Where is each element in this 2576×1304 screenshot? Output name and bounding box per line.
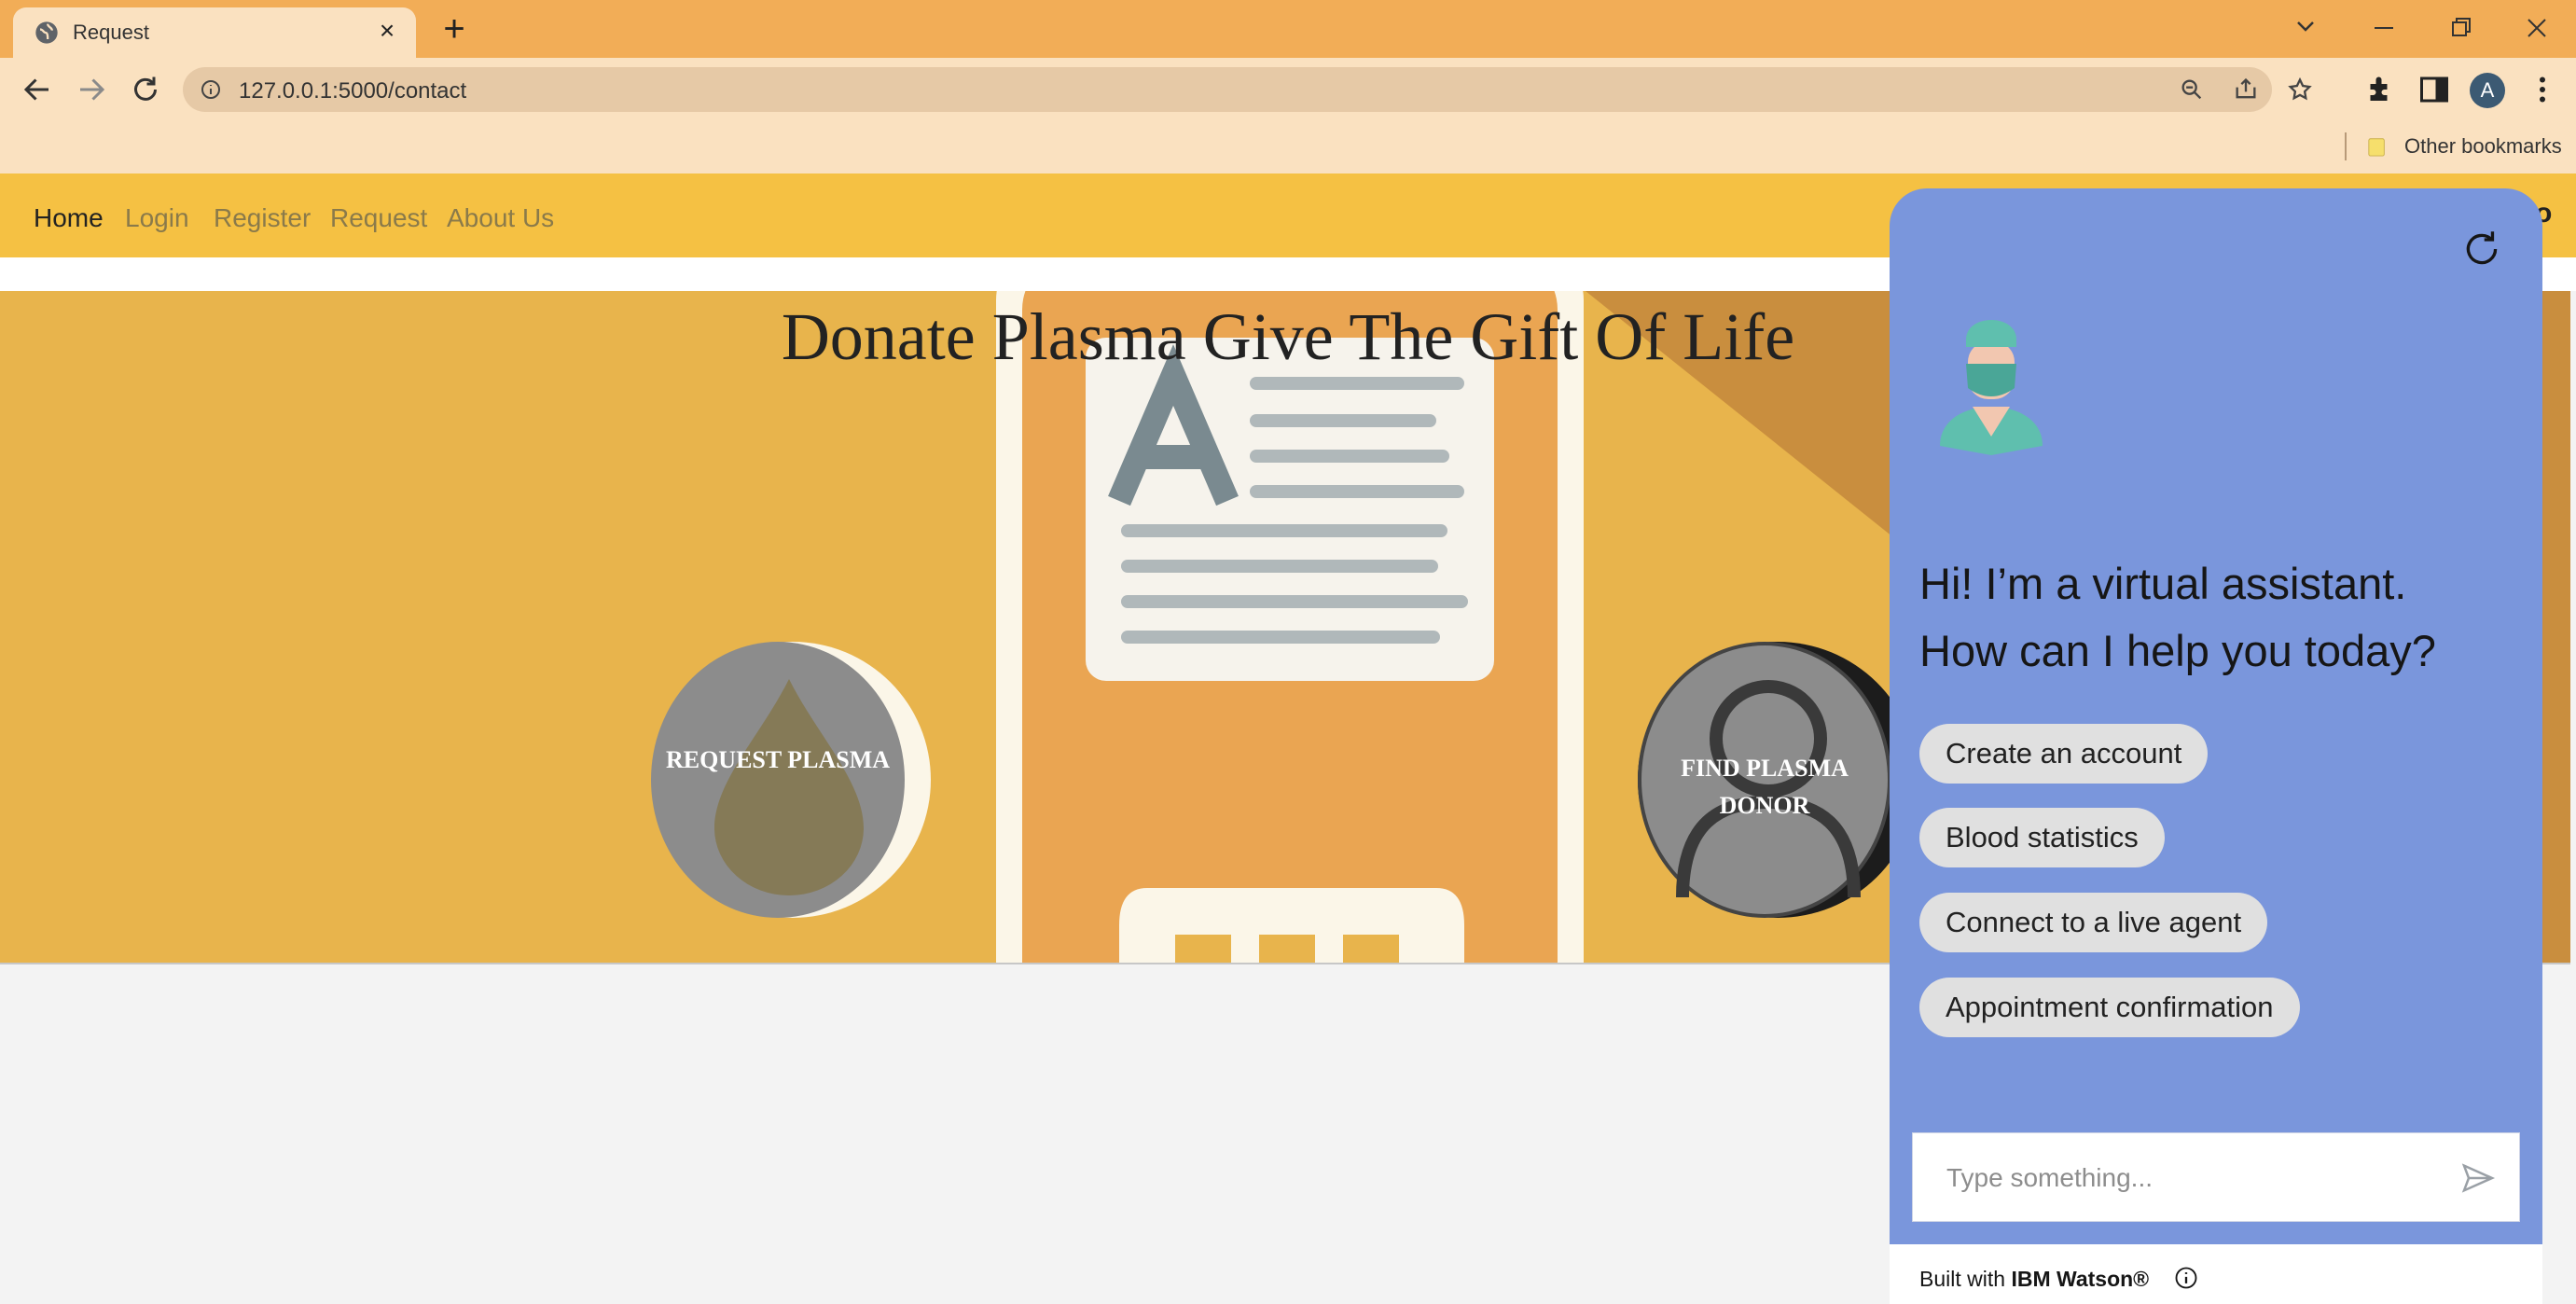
chat-widget-panel: Hi! I’m a virtual assistant. How can I h… xyxy=(1890,188,2542,1304)
side-panel-icon[interactable] xyxy=(2417,73,2451,106)
nav-home-link[interactable]: Home xyxy=(34,203,104,233)
tab-search-icon[interactable] xyxy=(2278,7,2334,49)
browser-toolbar: 127.0.0.1:5000/contact A xyxy=(0,58,2576,121)
chat-message-input[interactable] xyxy=(1913,1133,2471,1223)
option-live-agent[interactable]: Connect to a live agent xyxy=(1919,893,2268,952)
nav-request-link[interactable]: Request xyxy=(330,203,427,233)
assistant-greeting: Hi! I’m a virtual assistant. How can I h… xyxy=(1919,550,2516,685)
find-donor-label-line2: DONOR xyxy=(1719,792,1810,819)
other-bookmarks-link[interactable]: Other bookmarks xyxy=(2404,134,2562,159)
minimize-icon[interactable] xyxy=(2356,7,2412,49)
blood-drop-icon xyxy=(714,679,864,895)
find-plasma-donor-button[interactable]: FIND PLASMA DONOR xyxy=(1638,642,1891,918)
tab-title: Request xyxy=(73,21,149,44)
profile-avatar[interactable]: A xyxy=(2470,73,2505,108)
option-appointment-confirmation[interactable]: Appointment confirmation xyxy=(1919,978,2300,1037)
bookmark-star-icon[interactable] xyxy=(2287,76,2313,103)
close-tab-icon[interactable]: × xyxy=(373,17,401,45)
more-menu-icon[interactable] xyxy=(2526,73,2559,106)
zoom-icon[interactable] xyxy=(2179,76,2205,103)
find-donor-label-line1: FIND PLASMA xyxy=(1681,755,1849,782)
request-plasma-button[interactable]: REQUEST PLASMA xyxy=(651,642,905,918)
bookmarks-divider xyxy=(2345,132,2347,160)
chat-input-container xyxy=(1912,1132,2520,1223)
nav-about-link[interactable]: About Us xyxy=(447,203,554,233)
option-create-account[interactable]: Create an account xyxy=(1919,724,2209,784)
request-plasma-label: REQUEST PLASMA xyxy=(665,746,891,773)
reload-icon[interactable] xyxy=(129,73,162,106)
site-info-icon[interactable] xyxy=(200,78,222,101)
greeting-line-1: Hi! I’m a virtual assistant. xyxy=(1919,559,2407,608)
back-arrow-icon[interactable] xyxy=(21,73,54,106)
restore-icon[interactable] xyxy=(2432,7,2488,49)
nav-register-link[interactable]: Register xyxy=(214,203,311,233)
close-window-icon[interactable] xyxy=(2509,7,2565,49)
option-blood-statistics[interactable]: Blood statistics xyxy=(1919,808,2165,867)
greeting-line-2: How can I help you today? xyxy=(1919,626,2436,675)
extensions-puzzle-icon[interactable] xyxy=(2363,73,2397,106)
send-icon[interactable] xyxy=(2459,1159,2497,1197)
address-bar[interactable]: 127.0.0.1:5000/contact xyxy=(183,67,2312,112)
footer-brand: IBM Watson® xyxy=(2011,1267,2150,1291)
chat-footer: Built with IBM Watson® xyxy=(1890,1244,2542,1304)
globe-icon xyxy=(35,21,58,44)
folder-icon xyxy=(2368,138,2385,157)
find-donor-label: FIND PLASMA DONOR xyxy=(1641,750,1888,825)
forward-arrow-icon[interactable] xyxy=(75,73,108,106)
new-tab-icon[interactable]: + xyxy=(438,10,470,48)
built-with-text: Built with IBM Watson® xyxy=(1919,1267,2149,1292)
restart-conversation-icon[interactable] xyxy=(2458,226,2505,272)
info-icon[interactable] xyxy=(2173,1265,2199,1291)
browser-tab[interactable]: Request × xyxy=(13,7,416,58)
browser-tab-strip: Request × + xyxy=(0,0,2576,58)
share-icon[interactable] xyxy=(2233,76,2259,103)
bookmarks-bar: Other bookmarks xyxy=(0,121,2576,173)
doctor-avatar-icon xyxy=(1940,320,2043,455)
url-text: 127.0.0.1:5000/contact xyxy=(239,78,467,104)
nav-login-link[interactable]: Login xyxy=(125,203,189,233)
footer-prefix: Built with xyxy=(1919,1267,2006,1291)
